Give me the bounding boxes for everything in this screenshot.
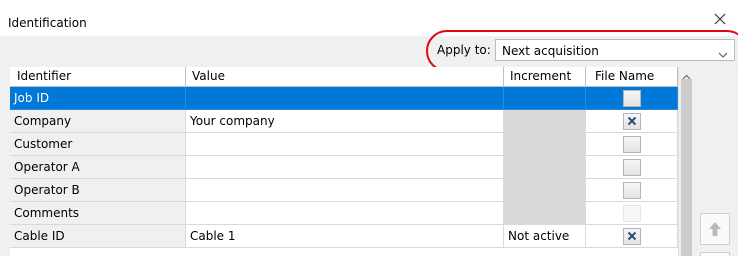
file-name-cell: [586, 133, 678, 156]
value-cell[interactable]: [186, 202, 504, 225]
move-up-button[interactable]: [700, 213, 730, 245]
apply-to-label: Apply to:: [437, 43, 491, 57]
file-name-cell: [586, 202, 678, 225]
file-name-cell: [586, 110, 678, 133]
table-row[interactable]: Customer: [10, 133, 694, 156]
file-name-checkbox[interactable]: [623, 182, 641, 199]
window-title: Identification: [8, 16, 87, 30]
move-down-button[interactable]: [700, 252, 730, 256]
file-name-checkbox[interactable]: [623, 136, 641, 153]
file-name-checkbox: [623, 205, 641, 222]
file-name-cell: [586, 225, 678, 248]
file-name-cell: [586, 179, 678, 202]
file-name-checkbox[interactable]: [623, 113, 641, 130]
x-mark-icon: [627, 231, 637, 241]
identifier-cell: Job ID: [10, 87, 186, 110]
apply-to-value: Next acquisition: [502, 44, 599, 58]
file-name-checkbox[interactable]: [623, 90, 641, 107]
increment-cell[interactable]: [504, 87, 586, 110]
identification-table: Identifier Value Increment File Name Job…: [10, 67, 694, 256]
close-icon[interactable]: [712, 11, 728, 27]
table-row[interactable]: Company Your company: [10, 110, 694, 133]
value-cell[interactable]: [186, 179, 504, 202]
identifier-cell: Operator A: [10, 156, 186, 179]
file-name-cell: [586, 156, 678, 179]
chevron-down-icon: [718, 47, 728, 61]
column-header-value[interactable]: Value: [186, 67, 504, 87]
identifier-cell: Comments: [10, 202, 186, 225]
increment-cell[interactable]: Not active: [504, 225, 586, 248]
table-row[interactable]: Operator B: [10, 179, 694, 202]
increment-cell: [504, 110, 586, 133]
increment-cell: [504, 202, 586, 225]
table-row[interactable]: Operator A: [10, 156, 694, 179]
title-bar: Identification: [0, 0, 738, 36]
increment-cell: [504, 133, 586, 156]
identifier-cell: Company: [10, 110, 186, 133]
identifier-cell: Operator B: [10, 179, 186, 202]
value-cell[interactable]: Cable 1: [186, 225, 504, 248]
table-row[interactable]: Comments: [10, 202, 694, 225]
table-row[interactable]: Job ID: [10, 87, 694, 110]
table-row[interactable]: Cable ID Cable 1 Not active: [10, 225, 694, 248]
value-cell[interactable]: Your company: [186, 110, 504, 133]
increment-cell: [504, 156, 586, 179]
column-header-increment[interactable]: Increment: [504, 67, 586, 87]
x-mark-icon: [627, 116, 637, 126]
value-cell[interactable]: [186, 87, 504, 110]
file-name-checkbox[interactable]: [623, 159, 641, 176]
increment-cell: [504, 179, 586, 202]
dialog-content: Apply to: Next acquisition Identifier Va…: [0, 30, 738, 256]
value-cell[interactable]: [186, 156, 504, 179]
apply-to-dropdown[interactable]: Next acquisition: [495, 39, 735, 61]
file-name-cell: [586, 87, 678, 110]
identifier-cell: Cable ID: [10, 225, 186, 248]
vertical-scrollbar[interactable]: [678, 67, 694, 256]
column-header-file-name[interactable]: File Name: [586, 67, 678, 87]
identifier-cell: Customer: [10, 133, 186, 156]
scrollbar-thumb[interactable]: [681, 79, 692, 256]
column-header-identifier[interactable]: Identifier: [10, 67, 186, 87]
value-cell[interactable]: [186, 133, 504, 156]
file-name-checkbox[interactable]: [623, 228, 641, 245]
